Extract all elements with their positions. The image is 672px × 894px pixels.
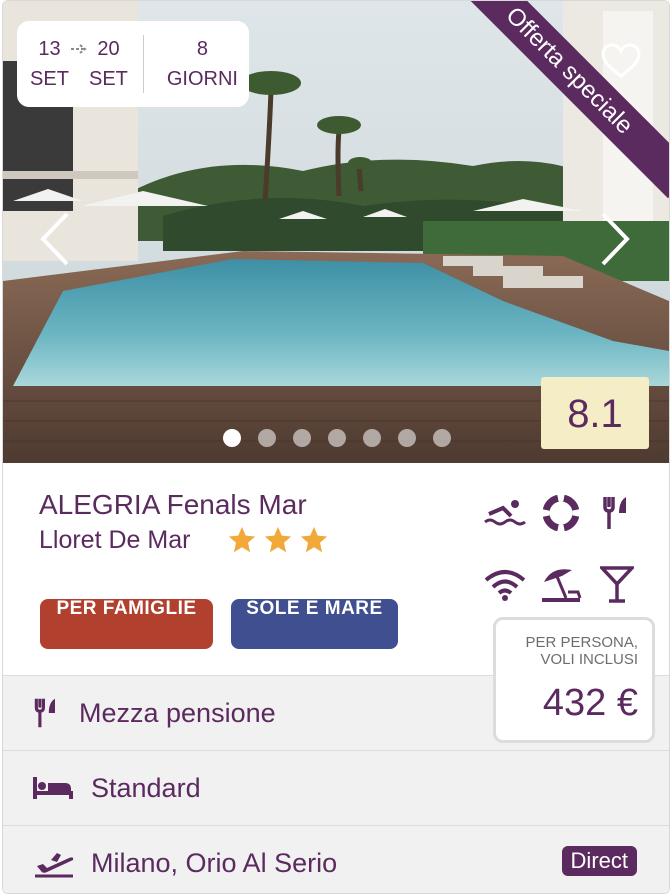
date-divider xyxy=(142,35,144,93)
review-score: 8.1 xyxy=(541,377,649,449)
carousel-dot[interactable] xyxy=(363,429,381,447)
favorite-heart-icon[interactable] xyxy=(601,43,641,84)
days-label: GIORNI xyxy=(166,68,238,90)
restaurant-icon xyxy=(33,697,79,729)
carousel-dots xyxy=(223,429,451,447)
trip-duration: 8 GIORNI xyxy=(156,34,249,94)
hotel-location: Lloret De Mar xyxy=(39,526,191,554)
price-label-line2: VOLI INCLUSI xyxy=(540,651,638,668)
start-date: 13 SET xyxy=(29,34,70,94)
date-range-box: 13 SET 20 SET 8 GIORNI xyxy=(17,21,249,107)
star-icon xyxy=(300,526,328,553)
board-type: Mezza pensione xyxy=(79,697,276,728)
carousel-dot[interactable] xyxy=(258,429,276,447)
price-label: PER PERSONA, VOLI INCLUSI xyxy=(496,634,638,668)
previous-photo-chevron-icon[interactable] xyxy=(39,211,71,272)
star-rating xyxy=(227,525,329,555)
arrow-right-icon xyxy=(70,39,88,60)
next-photo-chevron-icon[interactable] xyxy=(599,211,631,272)
amenities-grid xyxy=(477,491,649,607)
hotel-card[interactable]: 13 SET 20 SET 8 GIORNI Offerta speciale xyxy=(2,0,670,894)
carousel-dot[interactable] xyxy=(328,429,346,447)
end-day: 20 xyxy=(97,38,120,60)
days-count: 8 xyxy=(196,38,208,60)
swimming-icon xyxy=(477,491,533,535)
hotel-photo-carousel[interactable]: 13 SET 20 SET 8 GIORNI Offerta speciale xyxy=(3,1,669,463)
flight-row: Milano, Orio Al Serio Direct xyxy=(3,825,669,893)
bed-icon xyxy=(33,775,91,801)
lifebuoy-icon xyxy=(533,491,589,535)
star-icon xyxy=(264,526,292,553)
tag-sun-and-sea[interactable]: SOLE E MARE xyxy=(231,599,398,649)
carousel-dot[interactable] xyxy=(223,429,241,447)
star-icon xyxy=(228,526,256,553)
start-month: SET xyxy=(30,68,69,90)
room-type: Standard xyxy=(91,772,201,803)
carousel-dot[interactable] xyxy=(433,429,451,447)
departure-airport: Milano, Orio Al Serio xyxy=(91,847,338,878)
carousel-dot[interactable] xyxy=(293,429,311,447)
beach-umbrella-icon xyxy=(533,563,589,607)
end-month: SET xyxy=(89,68,128,90)
airplane-takeoff-icon xyxy=(33,848,91,878)
cocktail-icon xyxy=(589,563,645,607)
price-box[interactable]: PER PERSONA, VOLI INCLUSI 432 € xyxy=(493,617,655,743)
price-amount: 432 € xyxy=(542,682,638,724)
tag-families[interactable]: PER FAMIGLIE xyxy=(40,599,213,649)
end-date: 20 SET xyxy=(88,34,129,94)
carousel-dot[interactable] xyxy=(398,429,416,447)
start-day: 13 xyxy=(38,38,61,60)
wifi-icon xyxy=(477,563,533,607)
price-label-line1: PER PERSONA, xyxy=(525,634,638,651)
room-row: Standard xyxy=(3,750,669,825)
hotel-name[interactable]: ALEGRIA Fenals Mar xyxy=(39,489,307,521)
flight-type-badge: Direct xyxy=(561,846,637,876)
restaurant-icon xyxy=(589,491,645,535)
